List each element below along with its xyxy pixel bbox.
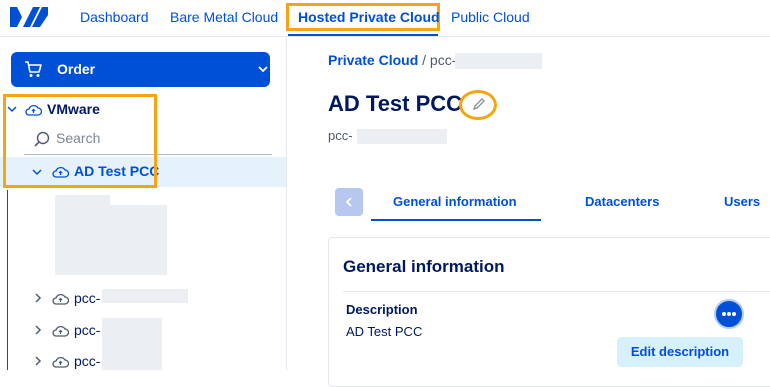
- service-id: pcc-: [328, 128, 353, 143]
- card-title: General information: [343, 257, 505, 276]
- breadcrumb-current: pcc-: [429, 52, 457, 68]
- chevron-down-icon: [258, 66, 268, 73]
- nav-active-underline: [288, 34, 438, 36]
- edit-description-menu-item[interactable]: Edit description: [617, 337, 743, 367]
- chevron-right-icon[interactable]: [33, 356, 43, 366]
- nav-hosted-private-cloud[interactable]: Hosted Private Cloud: [298, 9, 440, 25]
- highlight-box-tree: [3, 94, 157, 188]
- dot: [727, 312, 731, 316]
- redacted-content: [455, 53, 542, 69]
- page-title: AD Test PCC: [328, 91, 463, 116]
- redacted-content: [102, 289, 188, 303]
- description-value: AD Test PCC: [346, 324, 423, 339]
- chevron-right-icon[interactable]: [33, 325, 43, 335]
- pencil-icon[interactable]: [472, 97, 486, 111]
- tab-users[interactable]: Users: [724, 194, 760, 209]
- cloud-icon: [52, 325, 69, 337]
- top-navigation-bar: Dashboard Bare Metal Cloud Hosted Privat…: [0, 0, 770, 37]
- breadcrumb: Private Cloud / pcc-: [328, 52, 456, 68]
- nav-dashboard[interactable]: Dashboard: [80, 9, 149, 25]
- breadcrumb-link[interactable]: Private Cloud: [328, 52, 418, 68]
- tab-active-underline: [371, 219, 541, 221]
- main-content: Private Cloud / pcc- AD Test PCC pcc- Ge…: [287, 37, 770, 387]
- tabs-scroll-left-button[interactable]: [335, 188, 363, 216]
- card-divider: [343, 291, 770, 292]
- dot: [722, 312, 726, 316]
- redacted-content: [102, 318, 162, 370]
- tab-general-information[interactable]: General information: [393, 194, 517, 209]
- tab-datacenters[interactable]: Datacenters: [585, 194, 659, 209]
- ovh-logo-icon[interactable]: [9, 5, 49, 29]
- redacted-content: [82, 205, 167, 275]
- description-label: Description: [346, 302, 418, 317]
- tree-item-pcc[interactable]: pcc-: [74, 290, 100, 306]
- more-options-button[interactable]: [714, 299, 744, 329]
- cloud-icon: [52, 293, 69, 305]
- tree-indent-line: [7, 190, 8, 370]
- nav-bare-metal-cloud[interactable]: Bare Metal Cloud: [170, 9, 278, 25]
- cloud-icon: [52, 356, 69, 368]
- order-button-label: Order: [57, 61, 96, 77]
- cart-icon: [25, 61, 42, 77]
- order-button[interactable]: Order: [11, 52, 270, 87]
- redacted-content: [357, 129, 447, 144]
- nav-public-cloud[interactable]: Public Cloud: [451, 9, 530, 25]
- chevron-left-icon: [345, 197, 352, 207]
- dot: [732, 312, 736, 316]
- tree-item-pcc[interactable]: pcc-: [74, 322, 100, 338]
- tree-item-pcc[interactable]: pcc-: [74, 353, 100, 369]
- chevron-right-icon[interactable]: [33, 293, 43, 303]
- breadcrumb-separator: /: [422, 52, 427, 68]
